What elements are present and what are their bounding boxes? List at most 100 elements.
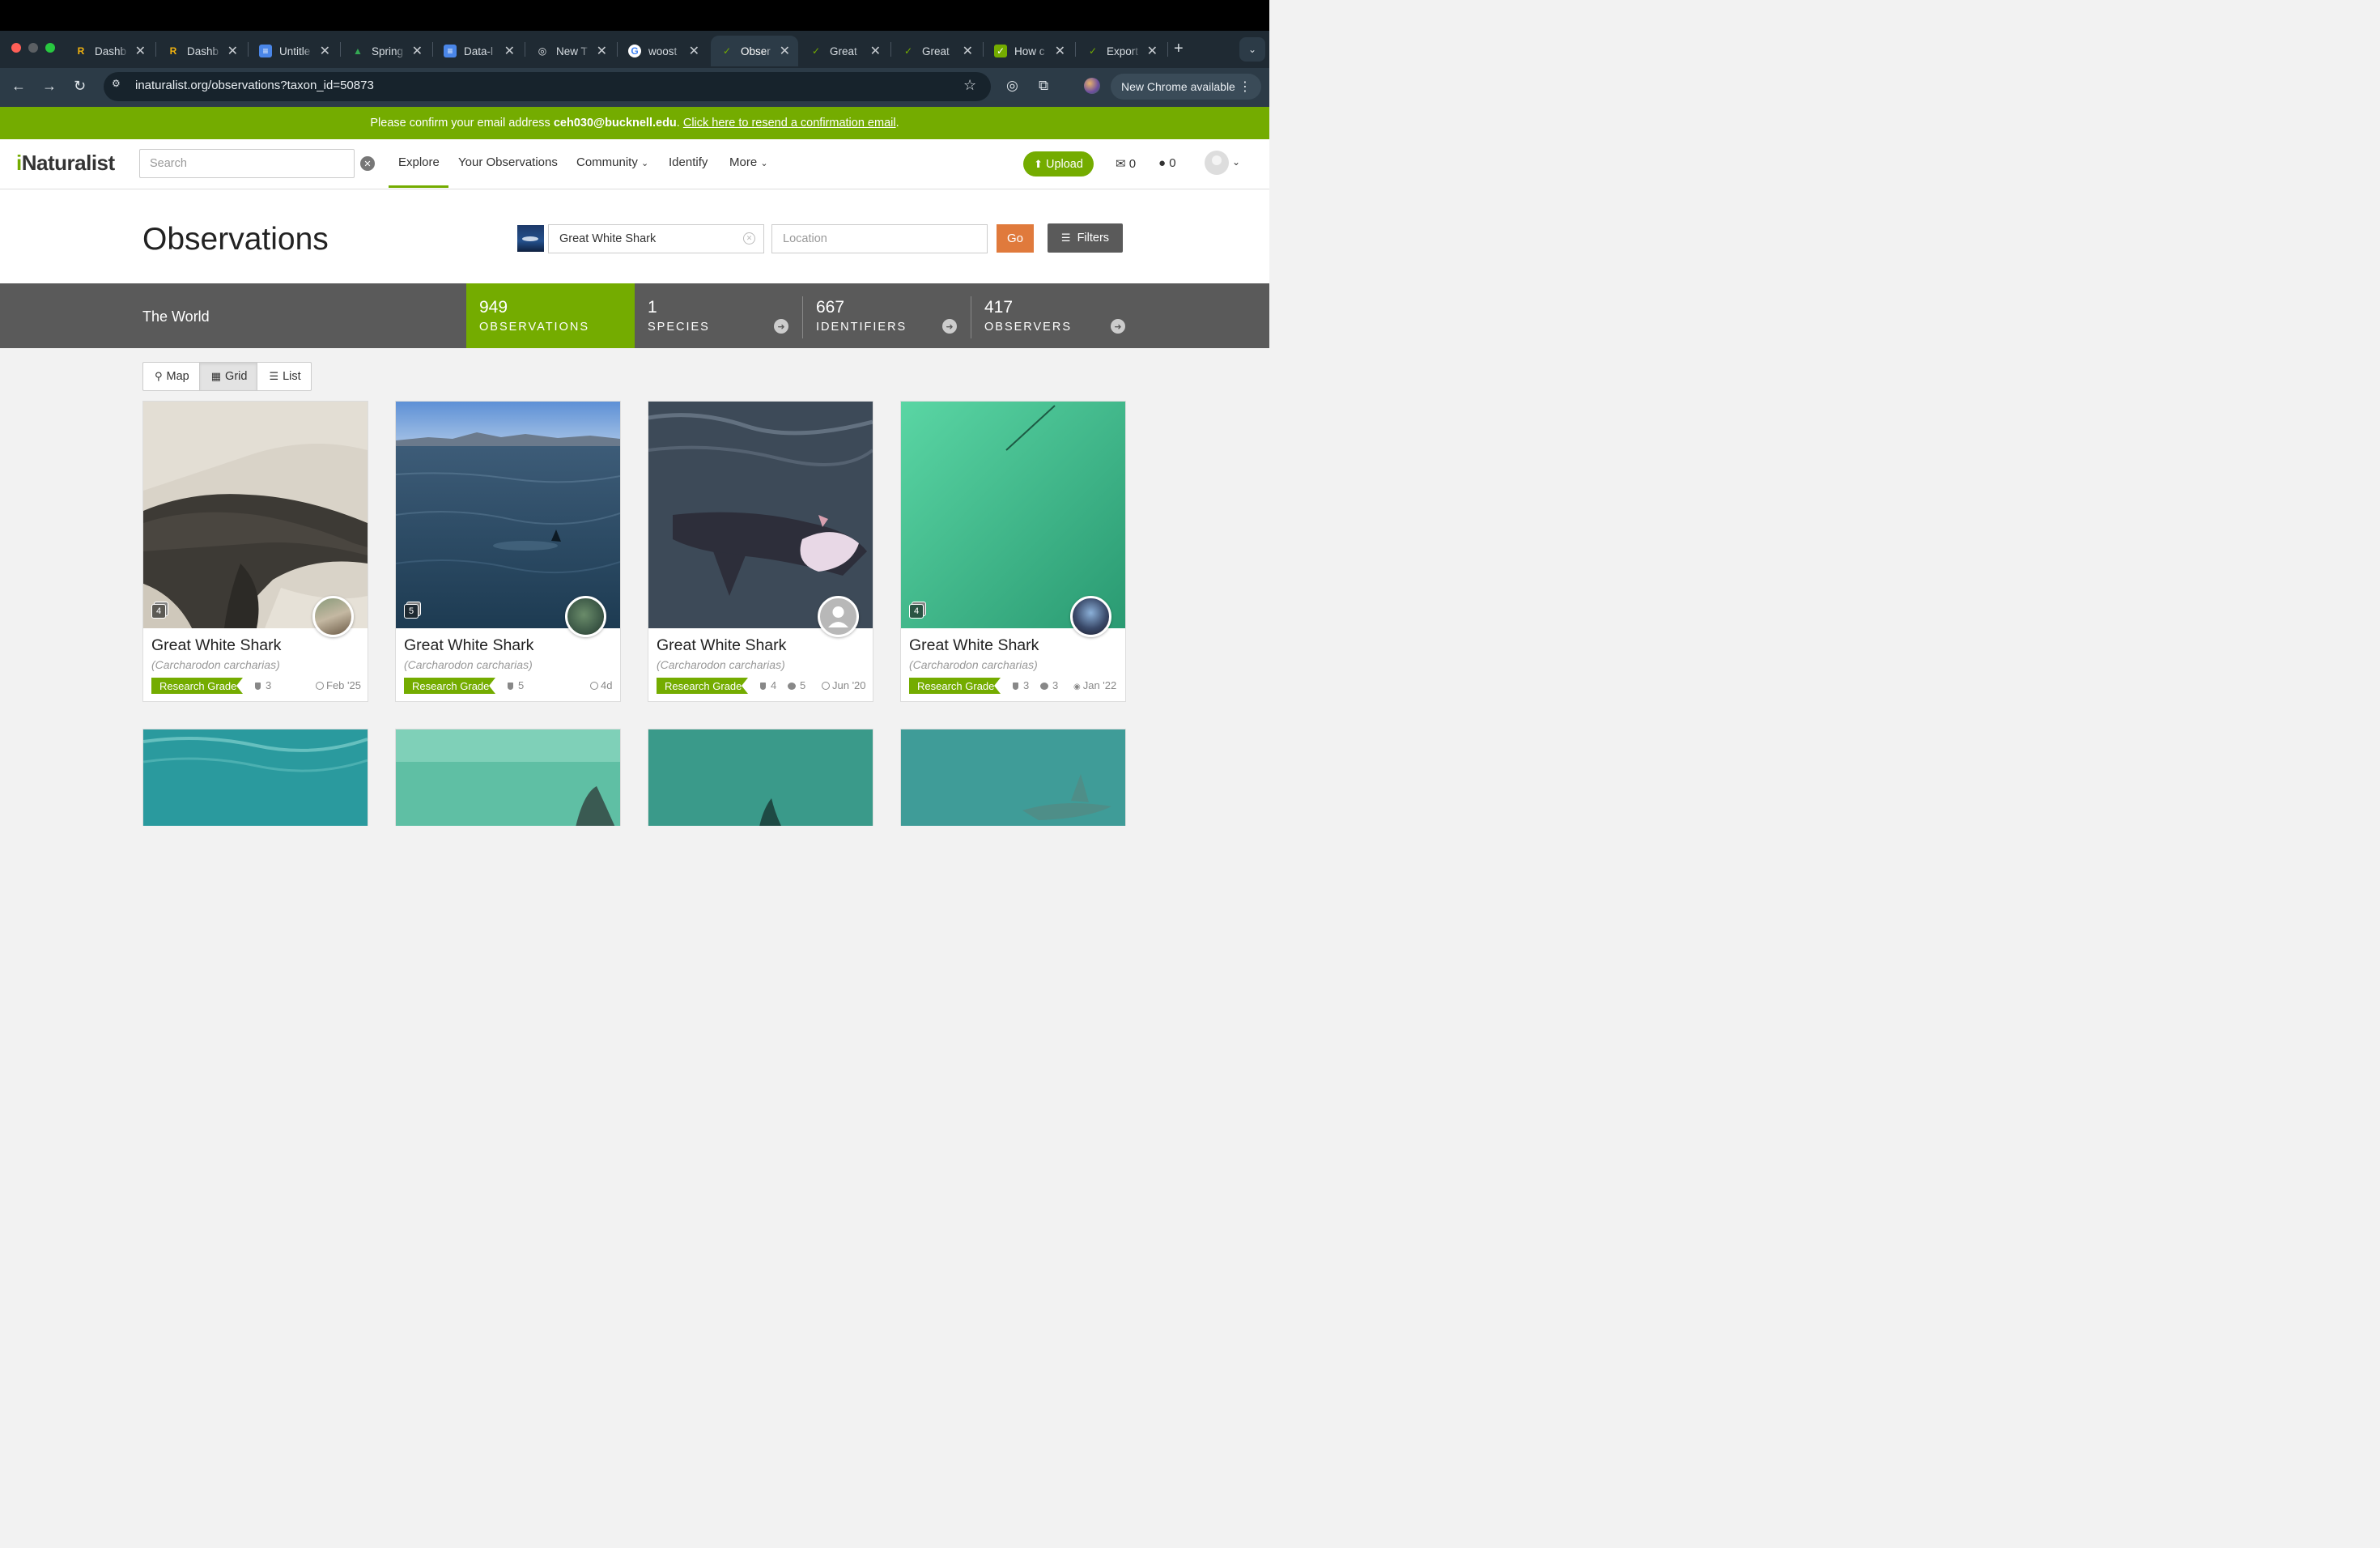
- observation-card[interactable]: Great White Shark (Carcharodon carcharia…: [648, 401, 873, 702]
- tab-close-icon[interactable]: ✕: [780, 43, 790, 59]
- observation-card[interactable]: 4 Great White Shark (Carcharodon carchar…: [142, 401, 368, 702]
- profile-avatar-icon[interactable]: [1084, 78, 1100, 94]
- observation-photo[interactable]: [901, 402, 1125, 628]
- observation-card[interactable]: [900, 729, 1126, 826]
- back-arrow-icon[interactable]: ←: [11, 78, 26, 95]
- observer-avatar[interactable]: [1070, 596, 1111, 637]
- tab-separator: [983, 42, 984, 57]
- observation-card[interactable]: 4 Great White Shark (Carcharodon carchar…: [900, 401, 1126, 702]
- user-silhouette-icon: [828, 606, 848, 627]
- view-grid-button[interactable]: ▦ Grid: [199, 363, 258, 390]
- user-menu-chevron-icon[interactable]: ⌄: [1232, 156, 1240, 168]
- forward-arrow-icon[interactable]: →: [42, 78, 57, 95]
- observation-photo[interactable]: [396, 402, 620, 628]
- stat-observers[interactable]: 417 OBSERVERS ➜: [971, 283, 1133, 348]
- site-settings-icon[interactable]: ⚙: [112, 78, 128, 94]
- nav-identify[interactable]: Identify: [669, 155, 708, 169]
- observation-photo[interactable]: [648, 402, 873, 628]
- tab-close-icon[interactable]: ✕: [1147, 43, 1158, 59]
- tab-close-icon[interactable]: ✕: [412, 43, 423, 59]
- observation-photo[interactable]: [648, 729, 873, 826]
- chrome-update-button[interactable]: New Chrome available ⋮: [1111, 74, 1261, 100]
- extensions-puzzle-icon[interactable]: ⧉: [1039, 78, 1048, 94]
- tab-close-icon[interactable]: ✕: [597, 43, 607, 59]
- taxon-clear-icon[interactable]: ✕: [743, 232, 755, 245]
- kebab-menu-icon[interactable]: ⋮: [1239, 79, 1252, 95]
- browser-tab[interactable]: ✓ Great ✕: [894, 36, 981, 66]
- window-zoom-button[interactable]: [45, 43, 55, 53]
- identifications-count-value: 3: [1023, 679, 1030, 691]
- window-minimize-button[interactable]: [28, 43, 38, 53]
- clock-icon: [822, 682, 830, 690]
- observation-common-name[interactable]: Great White Shark: [657, 636, 786, 655]
- search-clear-icon[interactable]: ✕: [360, 156, 375, 171]
- tab-separator: [1075, 42, 1076, 57]
- site-search-input[interactable]: Search: [139, 149, 355, 178]
- logo-text: Naturalist: [21, 151, 115, 175]
- observation-card[interactable]: [648, 729, 873, 826]
- grammarly-extension-icon[interactable]: ◎: [1006, 78, 1018, 94]
- browser-tab[interactable]: R Dashb ✕: [159, 36, 246, 66]
- window-close-button[interactable]: [11, 43, 21, 53]
- observation-photo[interactable]: [396, 729, 620, 826]
- observation-card[interactable]: [395, 729, 621, 826]
- bookmark-star-icon[interactable]: ☆: [963, 77, 976, 94]
- stat-species[interactable]: 1 SPECIES ➜: [635, 283, 797, 348]
- view-map-button[interactable]: ⚲ Map: [143, 363, 200, 390]
- filters-button[interactable]: ☰ Filters: [1048, 223, 1123, 253]
- observation-card[interactable]: 5 Great White Shark (Carcharodon carchar…: [395, 401, 621, 702]
- view-list-button[interactable]: ☰ List: [257, 363, 310, 390]
- upload-button[interactable]: ⬆ Upload: [1023, 151, 1094, 176]
- nav-your-observations[interactable]: Your Observations: [458, 155, 558, 169]
- identification-icon: [1013, 683, 1018, 690]
- tab-close-icon[interactable]: ✕: [227, 43, 238, 59]
- observer-avatar[interactable]: [565, 596, 606, 637]
- browser-tab[interactable]: R Dashb ✕: [66, 36, 154, 66]
- stat-observations[interactable]: 949 OBSERVATIONS: [466, 283, 635, 348]
- user-avatar[interactable]: [1205, 151, 1229, 175]
- browser-tab[interactable]: ≡ Data-l ✕: [436, 36, 523, 66]
- observation-card[interactable]: [142, 729, 368, 826]
- inaturalist-logo[interactable]: iNaturalist: [16, 151, 115, 176]
- observation-photo[interactable]: [143, 729, 368, 826]
- browser-tab-active[interactable]: ✓ Obser ✕: [711, 36, 798, 66]
- observation-common-name[interactable]: Great White Shark: [404, 636, 533, 655]
- tab-favicon-icon: R: [77, 45, 85, 57]
- new-tab-icon[interactable]: +: [1174, 40, 1184, 58]
- reload-icon[interactable]: ↻: [74, 78, 86, 95]
- resend-confirmation-link[interactable]: Click here to resend a confirmation emai…: [683, 117, 896, 130]
- nav-explore[interactable]: Explore: [398, 155, 440, 169]
- observation-photo[interactable]: [143, 402, 368, 628]
- observation-common-name[interactable]: Great White Shark: [909, 636, 1039, 655]
- tab-close-icon[interactable]: ✕: [870, 43, 881, 59]
- tab-close-icon[interactable]: ✕: [135, 43, 146, 59]
- observation-common-name[interactable]: Great White Shark: [151, 636, 281, 655]
- browser-tab[interactable]: ▲ Spring ✕: [343, 36, 431, 66]
- tab-favicon-icon: ▲: [353, 45, 363, 57]
- browser-tab[interactable]: ◎ New T ✕: [528, 36, 615, 66]
- location-input[interactable]: Location: [771, 224, 988, 253]
- tab-close-icon[interactable]: ✕: [504, 43, 515, 59]
- browser-tab[interactable]: ✓ How c ✕: [986, 36, 1073, 66]
- browser-tab[interactable]: G woost ✕: [620, 36, 708, 66]
- browser-tab[interactable]: ✓ Great ✕: [801, 36, 889, 66]
- browser-tab[interactable]: ✓ Export ✕: [1078, 36, 1166, 66]
- observer-avatar-placeholder[interactable]: [818, 596, 859, 637]
- messages-link[interactable]: ✉ 0: [1116, 156, 1136, 171]
- notifications-link[interactable]: ● 0: [1158, 156, 1176, 170]
- tab-close-icon[interactable]: ✕: [963, 43, 973, 59]
- go-button[interactable]: Go: [997, 224, 1034, 253]
- created-date: ◉ Jan '22: [1073, 679, 1116, 691]
- tab-close-icon[interactable]: ✕: [320, 43, 330, 59]
- tab-close-icon[interactable]: ✕: [689, 43, 699, 59]
- nav-more[interactable]: More ⌄: [729, 155, 768, 169]
- observation-photo[interactable]: [901, 729, 1125, 826]
- tab-search-chevron-icon[interactable]: ⌄: [1239, 37, 1265, 62]
- url-text[interactable]: inaturalist.org/observations?taxon_id=50…: [135, 79, 374, 92]
- stat-identifiers[interactable]: 667 IDENTIFIERS ➜: [803, 283, 965, 348]
- nav-community[interactable]: Community ⌄: [576, 155, 648, 169]
- observer-avatar[interactable]: [312, 596, 354, 637]
- browser-tab[interactable]: ≡ Untitle ✕: [251, 36, 338, 66]
- taxon-input[interactable]: Great White Shark: [548, 224, 764, 253]
- tab-close-icon[interactable]: ✕: [1055, 43, 1065, 59]
